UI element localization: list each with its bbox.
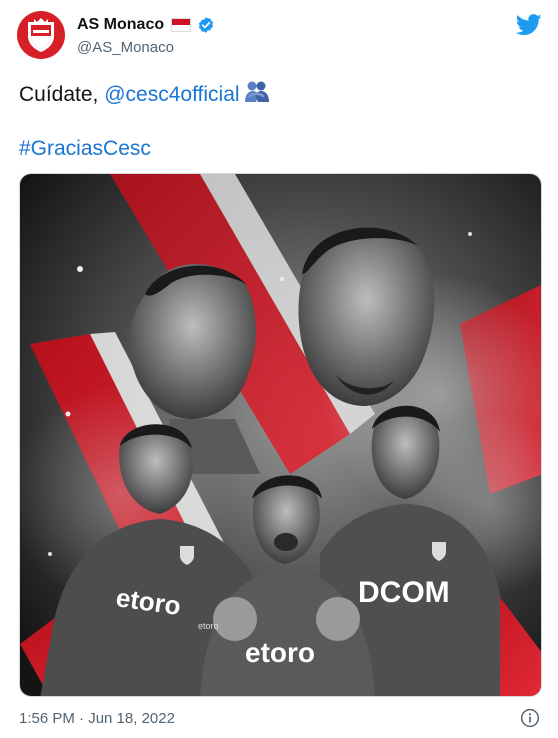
display-name[interactable]: AS Monaco — [77, 16, 164, 34]
monaco-flag-icon — [171, 18, 192, 32]
tweet-timestamp[interactable]: 1:56 PM · Jun 18, 2022 — [19, 710, 175, 727]
twitter-bird-icon[interactable] — [516, 14, 542, 36]
jersey-text-2: etoro — [245, 637, 315, 668]
handle[interactable]: @AS_Monaco — [77, 39, 215, 56]
jersey-text-4: DCOM — [358, 576, 450, 609]
author-block: AS Monaco @AS_Monaco — [77, 14, 215, 56]
tweet-text: Cuídate, @cesc4official — [19, 80, 270, 111]
verified-badge-icon — [199, 17, 214, 33]
people-hugging-emoji — [244, 80, 270, 111]
tweet-text-prefix: Cuídate, — [19, 83, 105, 106]
hashtag-link[interactable]: #GraciasCesc — [19, 136, 151, 162]
as-monaco-crest-icon[interactable] — [17, 11, 65, 59]
jersey-text-3: etoro — [198, 621, 219, 631]
mention-link[interactable]: @cesc4official — [104, 83, 239, 106]
tweet-card: AS Monaco @AS_Monaco Cuídate, @cesc4offi… — [0, 0, 558, 738]
tweet-media-image[interactable]: etoro etoro etoro DCOM — [19, 173, 542, 697]
info-icon[interactable] — [520, 708, 540, 728]
